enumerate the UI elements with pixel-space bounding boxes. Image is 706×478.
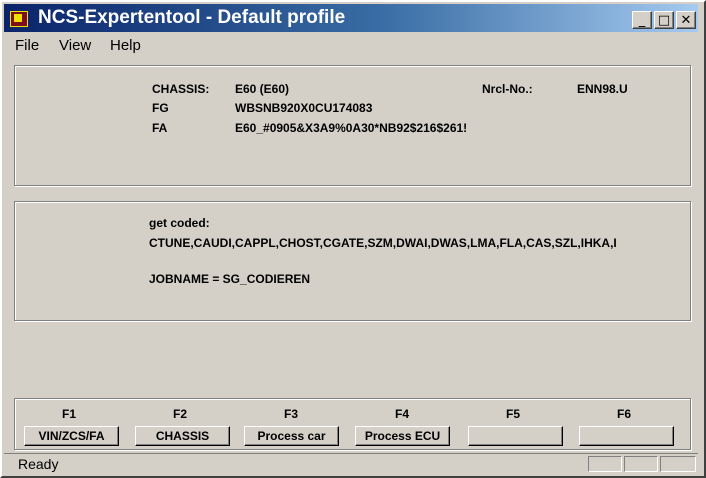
- job-output-panel: get coded: CTUNE,CAUDI,CAPPL,CHOST,CGATE…: [14, 201, 691, 321]
- window-title: NCS-Expertentool - Default profile: [38, 7, 346, 28]
- job-heading: get coded:: [149, 216, 210, 230]
- fa-label: FA: [152, 121, 168, 135]
- f5-key-label: F5: [505, 407, 520, 421]
- chassis-value: E60 (E60): [235, 82, 290, 96]
- title-bar[interactable]: NCS-Expertentool - Default profile _ □ ✕: [4, 4, 698, 32]
- main-window: NCS-Expertentool - Default profile _ □ ✕…: [0, 0, 706, 478]
- vin-zcs-fa-button[interactable]: VIN/ZCS/FA: [24, 426, 119, 446]
- status-pane: [624, 456, 658, 472]
- f6-key-label: F6: [616, 407, 631, 421]
- job-name: JOBNAME = SG_CODIEREN: [149, 272, 311, 286]
- vehicle-info-panel: CHASSIS: E60 (E60) Nrcl-No.: ENN98.U FG …: [14, 65, 691, 186]
- nrcl-label: Nrcl-No.:: [482, 82, 533, 96]
- f3-key-label: F3: [283, 407, 298, 421]
- close-icon[interactable]: ✕: [676, 11, 696, 29]
- status-pane: [660, 456, 696, 472]
- app-icon[interactable]: [10, 11, 28, 27]
- menu-view[interactable]: View: [59, 37, 91, 54]
- fg-value: WBSNB920X0CU174083: [235, 101, 373, 115]
- f6-button[interactable]: [579, 426, 674, 446]
- maximize-icon[interactable]: □: [654, 11, 674, 29]
- minimize-icon[interactable]: _: [632, 11, 652, 29]
- fa-value: E60_#0905&X3A9%0A30*NB92$216$261!: [235, 121, 468, 135]
- f1-key-label: F1: [61, 407, 76, 421]
- fg-label: FG: [152, 101, 169, 115]
- chassis-label: CHASSIS:: [152, 82, 210, 96]
- status-bar: Ready: [4, 453, 698, 475]
- process-ecu-button[interactable]: Process ECU: [355, 426, 450, 446]
- f4-key-label: F4: [394, 407, 409, 421]
- job-modules: CTUNE,CAUDI,CAPPL,CHOST,CGATE,SZM,DWAI,D…: [149, 236, 617, 250]
- f2-key-label: F2: [172, 407, 187, 421]
- menu-bar: File View Help: [4, 34, 698, 56]
- status-text: Ready: [18, 456, 59, 472]
- chassis-button[interactable]: CHASSIS: [135, 426, 230, 446]
- nrcl-value: ENN98.U: [577, 82, 628, 96]
- f5-button[interactable]: [468, 426, 563, 446]
- process-car-button[interactable]: Process car: [244, 426, 339, 446]
- menu-help[interactable]: Help: [110, 37, 141, 54]
- status-pane: [588, 456, 622, 472]
- menu-file[interactable]: File: [15, 37, 39, 54]
